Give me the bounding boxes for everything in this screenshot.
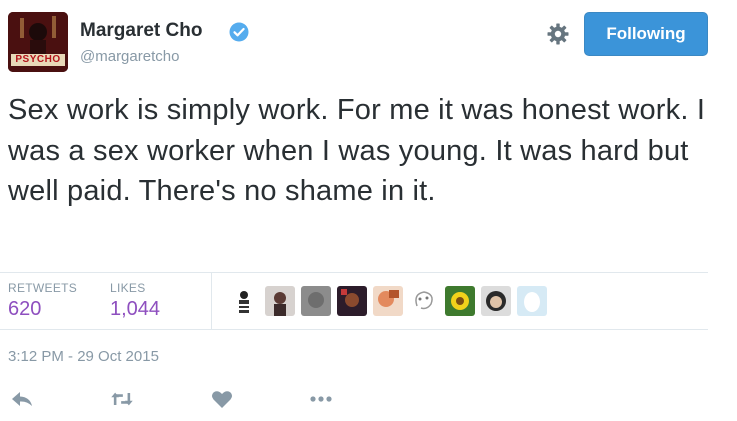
divider — [0, 329, 708, 330]
liker-avatar[interactable] — [337, 286, 367, 316]
author-handle[interactable]: @margaretcho — [80, 48, 179, 65]
likes-label: LIKES — [110, 281, 146, 295]
retweet-icon[interactable] — [110, 388, 134, 410]
liker-avatar[interactable] — [481, 286, 511, 316]
liker-avatar[interactable] — [229, 286, 259, 316]
reply-icon[interactable] — [10, 388, 34, 410]
liker-avatar[interactable] — [265, 286, 295, 316]
avatar-logo-text: PSYCHO — [11, 54, 65, 66]
more-icon[interactable] — [309, 388, 333, 410]
retweets-count[interactable]: 620 — [8, 298, 41, 321]
tweet-text: Sex work is simply work. For me it was h… — [8, 94, 706, 207]
liker-avatar[interactable] — [445, 286, 475, 316]
retweets-label: RETWEETS — [8, 281, 78, 295]
liker-avatar[interactable] — [373, 286, 403, 316]
gear-icon[interactable] — [546, 22, 570, 46]
divider — [0, 272, 708, 273]
liker-avatar[interactable] — [301, 286, 331, 316]
author-name[interactable]: Margaret Cho — [80, 20, 202, 42]
likes-count[interactable]: 1,044 — [110, 298, 160, 321]
liker-avatar[interactable] — [517, 286, 547, 316]
verified-badge-icon — [229, 22, 249, 42]
avatar[interactable]: PSYCHO — [8, 12, 68, 72]
like-icon[interactable] — [210, 388, 234, 410]
liker-avatar[interactable] — [409, 286, 439, 316]
tweet-timestamp[interactable]: 3:12 PM - 29 Oct 2015 — [8, 348, 159, 365]
following-button[interactable]: Following — [584, 12, 708, 56]
stats-divider — [211, 273, 212, 329]
